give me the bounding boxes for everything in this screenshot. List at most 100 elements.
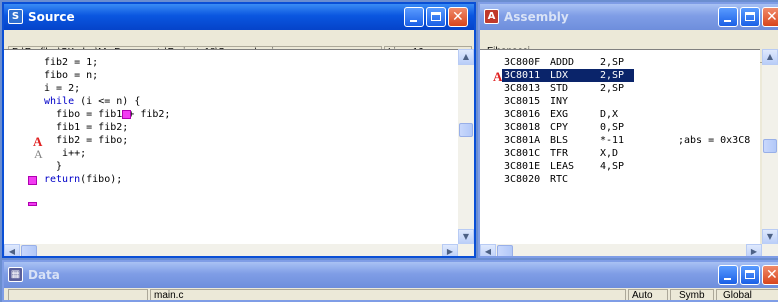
scroll-thumb[interactable] [459, 123, 473, 137]
source-titlebar[interactable]: S Source ✕ [4, 4, 474, 30]
close-icon: ✕ [766, 9, 778, 25]
source-line[interactable]: fib1 = fib2; [44, 121, 128, 134]
assembly-row[interactable]: 3C8015 INY [504, 95, 758, 108]
source-line[interactable]: } [44, 160, 62, 173]
assembly-comment: ;abs = 0x3C8 [678, 135, 751, 146]
assembly-app-icon: A [484, 9, 499, 24]
data-mode-auto[interactable]: Auto [628, 289, 668, 300]
hscroll-thumb[interactable] [21, 245, 37, 256]
scroll-left-button[interactable]: ◀ [4, 244, 20, 256]
data-mode-symb[interactable]: Symb [670, 289, 714, 300]
assembly-row[interactable]: 3C801A BLS *-11 ;abs = 0x3C8 [504, 134, 758, 147]
assembly-op: STD [550, 83, 569, 94]
source-hscroll[interactable]: ◀ ▶ [4, 244, 474, 256]
scroll-right-button[interactable]: ▶ [442, 244, 458, 256]
current-marker: A [34, 147, 43, 161]
maximize-icon [745, 12, 755, 21]
minimize-icon [724, 20, 731, 22]
minimize-button[interactable] [404, 7, 424, 27]
data-app-icon: ▦ [8, 267, 23, 282]
assembly-op: RTC [550, 174, 569, 185]
assembly-row[interactable]: 3C8016 EXG D,X [504, 108, 758, 121]
assembly-arg: 4,SP [600, 161, 625, 172]
source-line[interactable]: i = 2; [44, 82, 80, 95]
close-button[interactable]: ✕ [448, 7, 468, 27]
data-infobar: main.c Auto Symb Global [4, 288, 778, 300]
maximize-button[interactable] [740, 265, 760, 285]
close-button[interactable]: ✕ [762, 265, 778, 285]
source-line[interactable]: return(fibo); [44, 173, 122, 186]
assembly-vscroll[interactable]: ▲ ▼ [762, 49, 778, 245]
scroll-thumb[interactable] [763, 139, 777, 153]
assembly-op: EXG [550, 109, 569, 120]
assembly-addr: 3C800F [504, 57, 541, 68]
scroll-down-button[interactable]: ▼ [458, 229, 474, 245]
assembly-row[interactable]: 3C8011 LDX 2,SP [502, 69, 758, 82]
data-mode-global[interactable]: Global [716, 289, 778, 300]
closing-marker[interactable] [28, 176, 37, 185]
source-title: Source [28, 10, 75, 24]
scroll-up-button[interactable]: ▲ [458, 49, 474, 65]
source-line[interactable]: fib2 = 1; [44, 56, 98, 69]
assembly-title: Assembly [504, 10, 569, 24]
data-titlebar[interactable]: ▦ Data ✕ [4, 262, 778, 288]
source-code-area[interactable]: fib2 = 1; fibo = n; i = 2; while (i <= n) {… [4, 49, 458, 246]
assembly-row[interactable]: 3C800F ADDD 2,SP [504, 56, 758, 69]
source-line-text: i++; [44, 148, 87, 159]
assembly-addr: 3C8013 [504, 83, 541, 94]
source-line-rest: (fibo); [80, 174, 123, 185]
minimize-button[interactable] [718, 7, 738, 27]
scroll-up-button[interactable]: ▲ [762, 49, 778, 65]
scroll-down-button[interactable]: ▼ [762, 229, 778, 245]
scroll-left-button[interactable]: ◀ [480, 244, 496, 256]
assembly-arg: 0,SP [600, 122, 625, 133]
maximize-button[interactable] [740, 7, 760, 27]
assembly-row[interactable]: 3C8020 RTC [504, 173, 758, 186]
source-line[interactable]: i++; [44, 147, 86, 160]
source-window: S Source ✕ D:\Profiles\SKrylov\My Docume… [2, 2, 476, 258]
assembly-op: LEAS [550, 161, 575, 172]
assembly-arg: 2,SP [600, 57, 625, 68]
source-vscroll[interactable]: ▲ ▼ [458, 49, 474, 245]
maximize-button[interactable] [426, 7, 446, 27]
assembly-op: BLS [550, 135, 569, 146]
assembly-row[interactable]: 3C8018 CPY 0,SP [504, 121, 758, 134]
assembly-row[interactable]: 3C801C TFR X,D [504, 147, 758, 160]
source-line[interactable]: fib2 = fibo; [44, 134, 128, 147]
maximize-icon [745, 270, 755, 279]
scroll-right-button[interactable]: ▶ [746, 244, 762, 256]
data-file-field: main.c [150, 289, 626, 300]
assembly-addr: 3C8018 [504, 122, 541, 133]
source-line[interactable]: while (i <= n) { [44, 95, 140, 108]
assembly-op: INY [550, 96, 569, 107]
assembly-titlebar[interactable]: A Assembly ✕ [480, 4, 778, 30]
source-line[interactable]: fibo = n; [44, 69, 98, 82]
assembly-row[interactable]: 3C801E LEAS 4,SP [504, 160, 758, 173]
source-line-text: i = 2; [44, 83, 81, 94]
assembly-hscroll[interactable]: ◀ ▶ [480, 244, 778, 256]
maximize-icon [431, 12, 441, 21]
assembly-addr: 3C8016 [504, 109, 541, 120]
data-window: ▦ Data ✕ main.c Auto Symb Global [2, 260, 778, 302]
assembly-addr: 3C801A [504, 135, 541, 146]
assembly-row[interactable]: 3C8013 STD 2,SP [504, 82, 758, 95]
assembly-op: CPY [550, 122, 569, 133]
minimize-button[interactable] [718, 265, 738, 285]
minimize-icon [410, 20, 417, 22]
hscroll-thumb[interactable] [497, 245, 513, 256]
close-button[interactable]: ✕ [762, 7, 778, 27]
source-line-text: fib1 = fib2; [44, 122, 129, 133]
source-line[interactable]: fibo = fib1 + fib2; [44, 108, 170, 121]
assembly-addr: 3C8020 [504, 174, 541, 185]
return-marker[interactable] [28, 202, 37, 206]
data-title: Data [28, 268, 60, 282]
assembly-code-area[interactable]: 3C800F ADDD 2,SP 3C8011 LDX 2,SP 3C8013 STD 2,SP… [480, 49, 760, 246]
data-blank-field [8, 289, 148, 300]
source-line-text: fib2 = fibo; [44, 135, 129, 146]
loop-marker[interactable] [122, 110, 131, 119]
assembly-addr: 3C8015 [504, 96, 541, 107]
assembly-arg: 2,SP [600, 70, 625, 81]
minimize-icon [724, 278, 731, 280]
assembly-breakpoint-marker[interactable]: A [493, 69, 502, 85]
source-line-text: fibo = fib1 + fib2; [44, 109, 171, 120]
